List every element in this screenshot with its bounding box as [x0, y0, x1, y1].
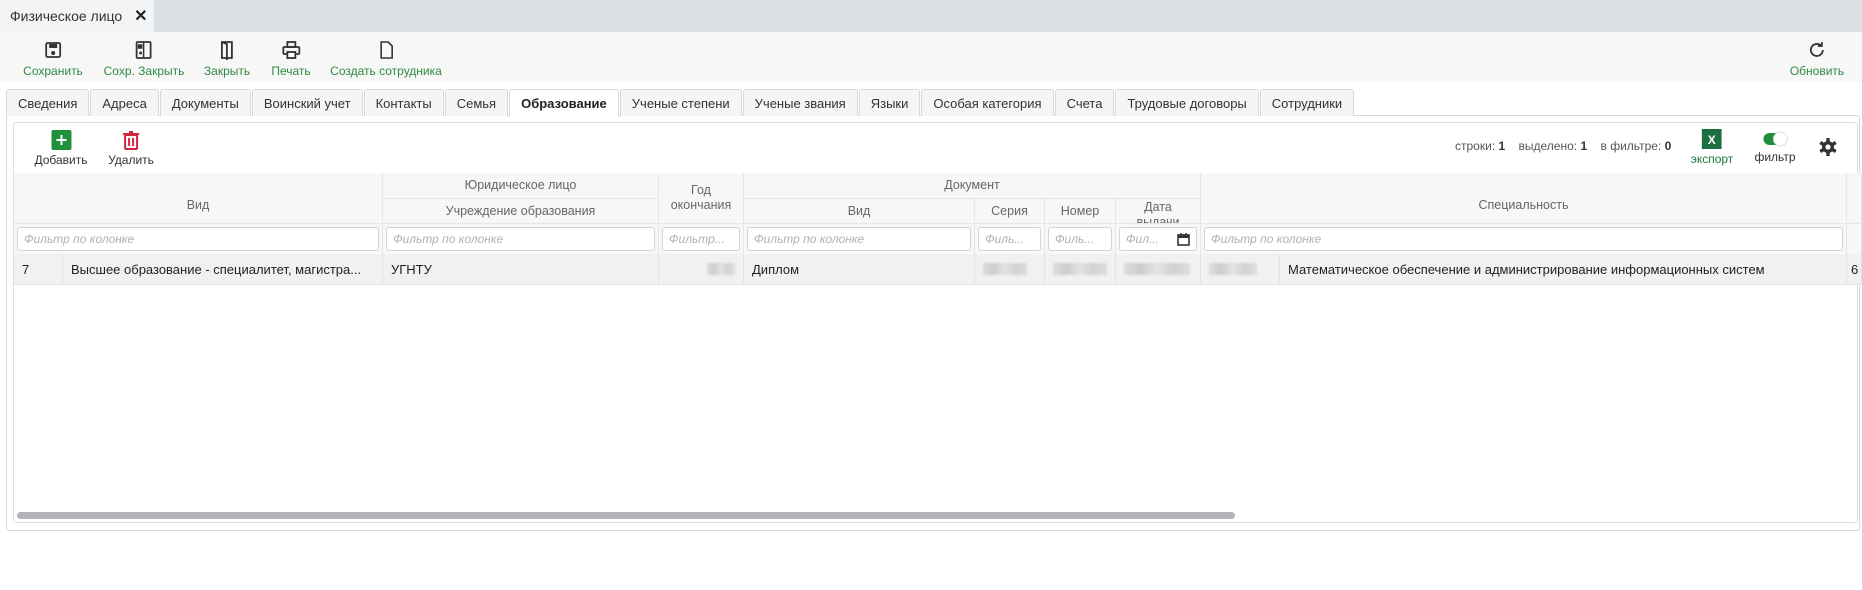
- gear-icon[interactable]: [1818, 137, 1838, 160]
- cell-institution: УГНТУ: [383, 254, 659, 285]
- print-button[interactable]: Печать: [271, 40, 311, 78]
- filter-specialty-cell: [1201, 224, 1847, 254]
- cell-doc-vid: Диплом: [744, 254, 975, 285]
- filter-vid-cell: [14, 224, 383, 254]
- add-button[interactable]: Добавить: [34, 130, 88, 167]
- export-button[interactable]: X экспорт: [1691, 129, 1733, 166]
- refresh-button[interactable]: Обновить: [1790, 40, 1844, 78]
- filter-doc-vid-cell: [744, 224, 975, 254]
- cell-num: 7: [14, 254, 63, 285]
- cell-year: [659, 254, 744, 285]
- tab-addresses[interactable]: Адреса: [90, 89, 159, 116]
- cell-next: 6: [1847, 254, 1862, 285]
- column-header-specialty[interactable]: Специальность: [1201, 173, 1847, 224]
- cell-specialty: Математическое обеспечение и администрир…: [1280, 254, 1847, 285]
- filter-specialty-input[interactable]: [1204, 227, 1843, 251]
- tab-info[interactable]: Сведения: [6, 89, 90, 116]
- save-close-button[interactable]: Сохр. Закрыть: [104, 40, 184, 78]
- window-tab-title: Физическое лицо: [10, 8, 123, 24]
- tab-education[interactable]: Образование: [509, 89, 619, 117]
- tab-employees[interactable]: Сотрудники: [1259, 89, 1355, 116]
- column-header-vid[interactable]: Вид: [14, 173, 383, 224]
- toggle-on-icon: [1763, 131, 1788, 147]
- filter-date-cell: [1116, 224, 1201, 254]
- column-header-next: [1847, 173, 1862, 224]
- filter-toggle[interactable]: фильтр: [1754, 131, 1796, 164]
- filter-year-input[interactable]: [662, 227, 740, 251]
- close-button[interactable]: Закрыть: [204, 40, 250, 78]
- door-icon: [221, 41, 233, 60]
- filter-number-input[interactable]: [1048, 227, 1112, 251]
- column-group-document: Документ: [744, 173, 1201, 199]
- column-header-institution[interactable]: Учреждение образования: [383, 199, 659, 224]
- column-header-doc-vid[interactable]: Вид: [744, 199, 975, 224]
- refresh-icon: [1810, 42, 1824, 57]
- filter-doc-vid-input[interactable]: [747, 227, 971, 251]
- grid-stats: строки: 1 выделено: 1 в фильтре: 0: [1455, 139, 1672, 153]
- close-icon[interactable]: ✕: [134, 6, 147, 26]
- delete-button[interactable]: Удалить: [108, 130, 154, 167]
- window-tab[interactable]: Физическое лицо ✕: [0, 0, 154, 32]
- excel-icon: X: [1702, 129, 1722, 149]
- filter-series-input[interactable]: [978, 227, 1041, 251]
- filter-year-cell: [659, 224, 744, 254]
- save-icon: [45, 42, 61, 58]
- trash-icon: [122, 131, 139, 150]
- tab-documents[interactable]: Документы: [159, 89, 251, 116]
- tab-languages[interactable]: Языки: [858, 89, 921, 116]
- cell-issue-date: [1116, 254, 1201, 285]
- filter-institution-cell: [383, 224, 659, 254]
- printer-icon: [282, 41, 300, 59]
- filter-institution-input[interactable]: [386, 227, 655, 251]
- horizontal-scrollbar[interactable]: [17, 512, 1235, 519]
- tab-special-category[interactable]: Особая категория: [921, 89, 1054, 116]
- column-header-year[interactable]: Год окончания: [659, 173, 744, 224]
- cell-code: [1201, 254, 1280, 285]
- section-tabs: Сведения Адреса Документы Воинский учет …: [6, 89, 1355, 117]
- column-header-series[interactable]: Серия: [975, 199, 1045, 224]
- cell-number: [1045, 254, 1116, 285]
- filter-vid-input[interactable]: [17, 227, 379, 251]
- tab-degrees[interactable]: Ученые степени: [619, 89, 742, 116]
- save-button[interactable]: Сохранить: [23, 40, 83, 78]
- filter-next-cell: [1847, 224, 1862, 254]
- column-header-number[interactable]: Номер: [1045, 199, 1116, 224]
- cell-series: [975, 254, 1045, 285]
- plus-icon: [50, 130, 71, 150]
- tab-family[interactable]: Семья: [444, 89, 509, 116]
- tab-labor-contracts[interactable]: Трудовые договоры: [1115, 89, 1259, 116]
- cell-vid: Высшее образование - специалитет, магист…: [63, 254, 383, 285]
- column-header-issue-date[interactable]: Дата выдачи: [1116, 199, 1201, 224]
- tab-titles[interactable]: Ученые звания: [742, 89, 858, 116]
- svg-text:X: X: [1708, 133, 1716, 147]
- calendar-icon[interactable]: [1177, 233, 1190, 246]
- filter-number-cell: [1045, 224, 1116, 254]
- file-icon: [380, 41, 393, 59]
- filter-series-cell: [975, 224, 1045, 254]
- tab-military[interactable]: Воинский учет: [251, 89, 363, 116]
- tab-accounts[interactable]: Счета: [1054, 89, 1115, 116]
- create-employee-button[interactable]: Создать сотрудника: [330, 40, 442, 78]
- tab-contacts[interactable]: Контакты: [363, 89, 444, 116]
- save-close-icon: [136, 41, 152, 59]
- column-group-legal-entity: Юридическое лицо: [383, 173, 659, 199]
- window-tab-bar: [0, 0, 1862, 32]
